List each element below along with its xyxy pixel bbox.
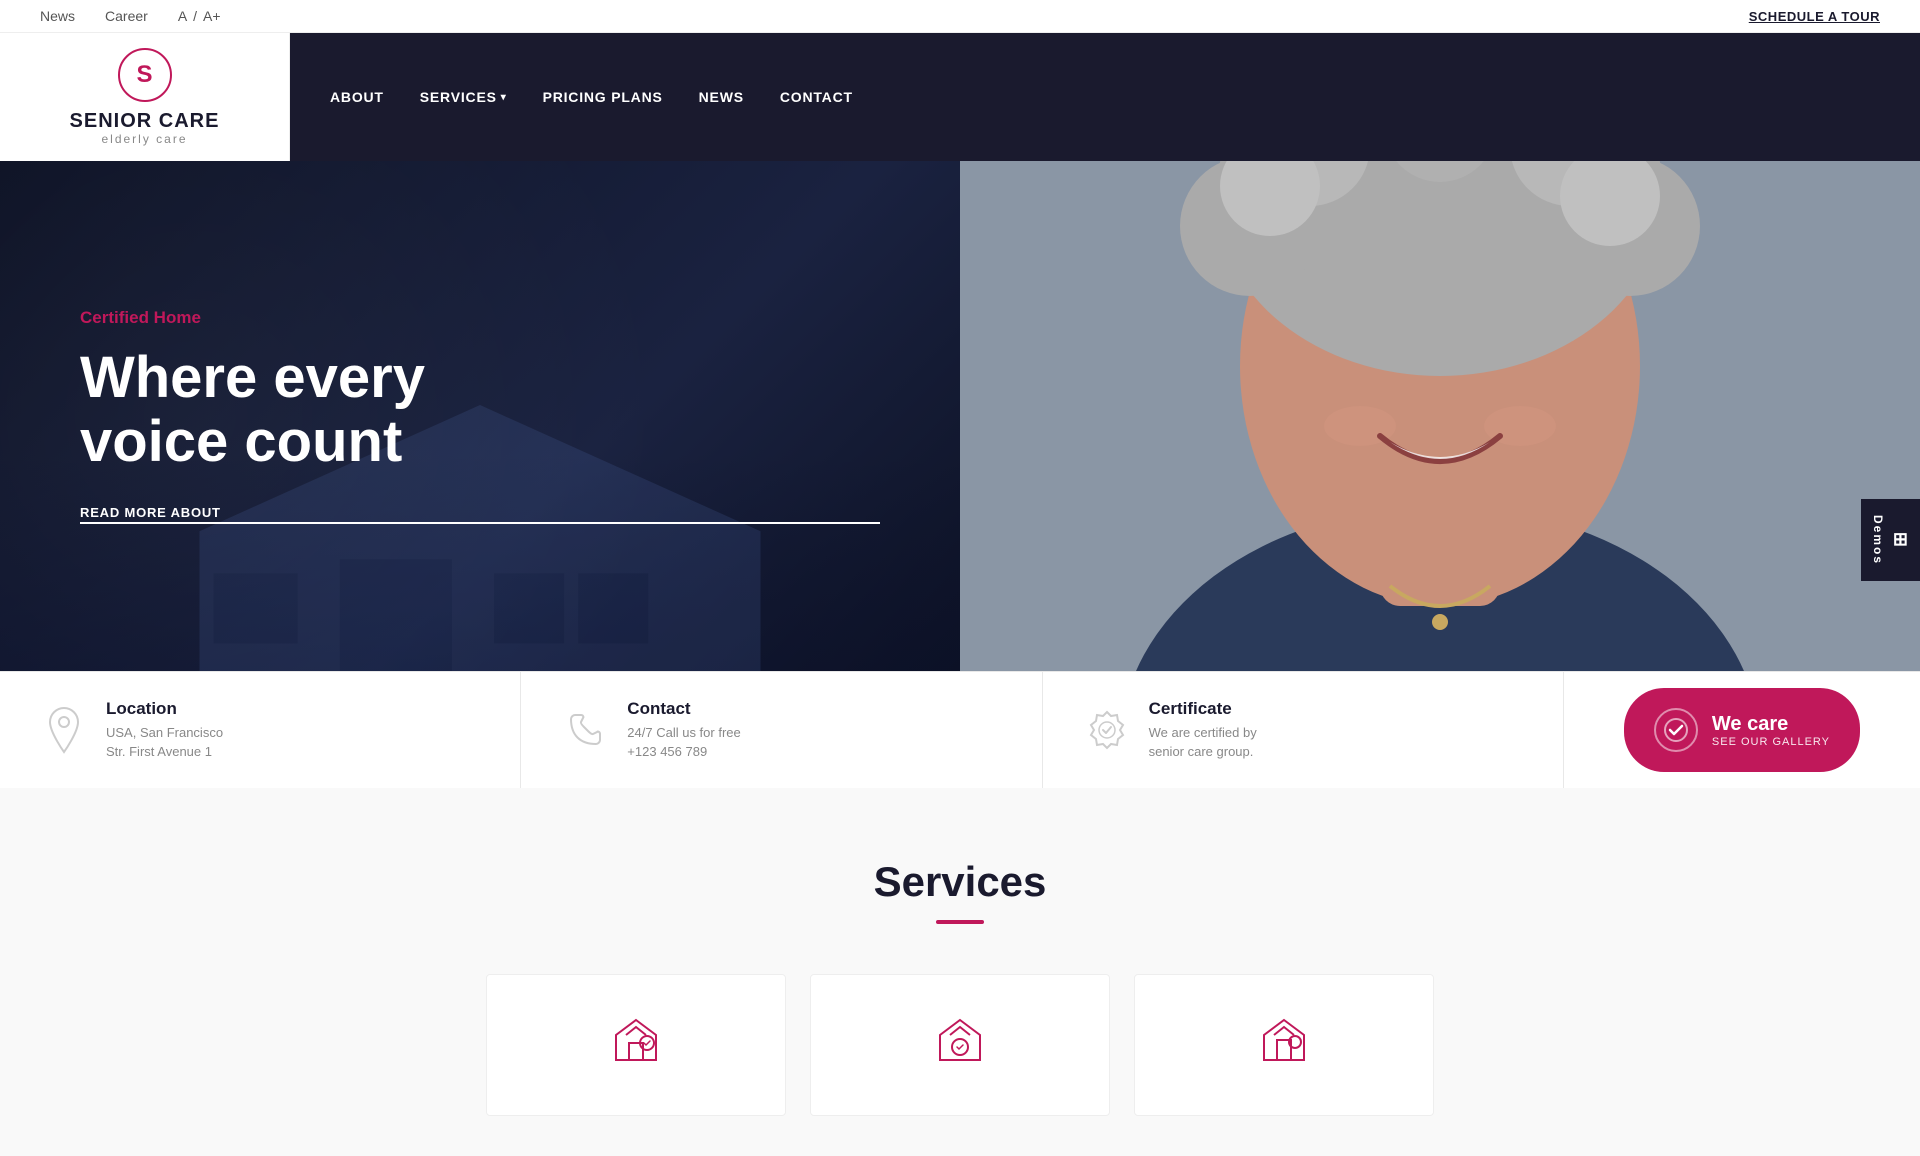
schedule-tour-button[interactable]: SCHEDULE A TOUR bbox=[1749, 9, 1880, 24]
top-bar-links: News Career A / A+ bbox=[40, 8, 221, 24]
certificate-content: Certificate We are certified by senior c… bbox=[1149, 699, 1257, 762]
service-icon-3 bbox=[1259, 1015, 1309, 1075]
logo[interactable]: S SENIOR CARE elderly care bbox=[0, 33, 290, 161]
service-card-3 bbox=[1134, 974, 1434, 1116]
nav-label-news: NEWS bbox=[699, 89, 744, 105]
hero-left-panel: Certified Home Where every voice count R… bbox=[0, 161, 960, 671]
logo-letter: S bbox=[136, 61, 152, 89]
hero-right-panel bbox=[960, 161, 1920, 671]
chevron-down-icon: ▾ bbox=[501, 92, 507, 103]
hero-section: Certified Home Where every voice count R… bbox=[0, 161, 1920, 671]
location-line2: Str. First Avenue 1 bbox=[106, 742, 223, 762]
logo-circle: S bbox=[118, 48, 172, 102]
we-care-main: We care bbox=[1712, 713, 1830, 736]
hero-title-line1: Where every bbox=[80, 345, 425, 410]
hero-certified-label: Certified Home bbox=[80, 308, 880, 328]
font-small[interactable]: A bbox=[178, 8, 187, 24]
news-link[interactable]: News bbox=[40, 8, 75, 24]
service-icon-1 bbox=[611, 1015, 661, 1075]
location-title: Location bbox=[106, 699, 223, 719]
hero-portrait bbox=[960, 161, 1920, 671]
contact-line1: 24/7 Call us for free bbox=[627, 723, 740, 743]
hero-photo-bg bbox=[960, 161, 1920, 671]
services-divider bbox=[936, 920, 984, 924]
hero-title: Where every voice count bbox=[80, 346, 880, 474]
info-contact: Contact 24/7 Call us for free +123 456 7… bbox=[521, 672, 1042, 788]
top-bar: News Career A / A+ SCHEDULE A TOUR bbox=[0, 0, 1920, 33]
certificate-title: Certificate bbox=[1149, 699, 1257, 719]
nav-label-services: SERVICES bbox=[420, 89, 497, 105]
nav-item-news[interactable]: NEWS bbox=[699, 79, 744, 115]
info-certificate: Certificate We are certified by senior c… bbox=[1043, 672, 1564, 788]
logo-brand: SENIOR CARE bbox=[70, 110, 220, 132]
hero-title-line2: voice count bbox=[80, 409, 402, 474]
service-card-1 bbox=[486, 974, 786, 1116]
contact-title: Contact bbox=[627, 699, 740, 719]
services-title: Services bbox=[40, 858, 1880, 906]
info-location: Location USA, San Francisco Str. First A… bbox=[0, 672, 521, 788]
font-separator: / bbox=[193, 8, 197, 24]
we-care-check-icon bbox=[1654, 708, 1698, 752]
info-bar: Location USA, San Francisco Str. First A… bbox=[0, 671, 1920, 788]
nav-item-about[interactable]: ABOUT bbox=[330, 79, 384, 115]
certificate-line2: senior care group. bbox=[1149, 742, 1257, 762]
service-card-2 bbox=[810, 974, 1110, 1116]
location-line1: USA, San Francisco bbox=[106, 723, 223, 743]
services-section: Services bbox=[0, 788, 1920, 1156]
nav-label-contact: CONTACT bbox=[780, 89, 853, 105]
we-care-wrapper: We care SEE OUR GALLERY bbox=[1564, 672, 1920, 788]
logo-tagline: elderly care bbox=[101, 132, 187, 146]
services-grid bbox=[40, 974, 1880, 1116]
font-size-toggle: A / A+ bbox=[178, 8, 221, 24]
font-large[interactable]: A+ bbox=[203, 8, 221, 24]
service-icon-2 bbox=[935, 1015, 985, 1075]
we-care-sub: SEE OUR GALLERY bbox=[1712, 736, 1830, 748]
hero-cta-button[interactable]: READ MORE ABOUT bbox=[80, 505, 880, 524]
nav-label-pricing: PRICING PLANS bbox=[543, 89, 663, 105]
phone-icon bbox=[561, 706, 609, 754]
nav-item-services[interactable]: SERVICES ▾ bbox=[420, 79, 507, 115]
nav-label-about: ABOUT bbox=[330, 89, 384, 105]
certificate-line1: We are certified by bbox=[1149, 723, 1257, 743]
demos-icon: ⊞ bbox=[1893, 529, 1910, 550]
location-icon bbox=[40, 706, 88, 754]
location-content: Location USA, San Francisco Str. First A… bbox=[106, 699, 223, 762]
we-care-text: We care SEE OUR GALLERY bbox=[1712, 713, 1830, 748]
certificate-icon bbox=[1083, 706, 1131, 754]
nav-item-contact[interactable]: CONTACT bbox=[780, 79, 853, 115]
demos-tab[interactable]: ⊞ Demos bbox=[1861, 498, 1920, 580]
header: S SENIOR CARE elderly care ABOUT SERVICE… bbox=[0, 33, 1920, 161]
nav-item-pricing[interactable]: PRICING PLANS bbox=[543, 79, 663, 115]
contact-content: Contact 24/7 Call us for free +123 456 7… bbox=[627, 699, 740, 762]
we-care-button[interactable]: We care SEE OUR GALLERY bbox=[1624, 688, 1860, 772]
career-link[interactable]: Career bbox=[105, 8, 148, 24]
main-nav: ABOUT SERVICES ▾ PRICING PLANS NEWS CONT… bbox=[290, 33, 1920, 161]
contact-line2: +123 456 789 bbox=[627, 742, 740, 762]
demos-label: Demos bbox=[1871, 514, 1885, 564]
